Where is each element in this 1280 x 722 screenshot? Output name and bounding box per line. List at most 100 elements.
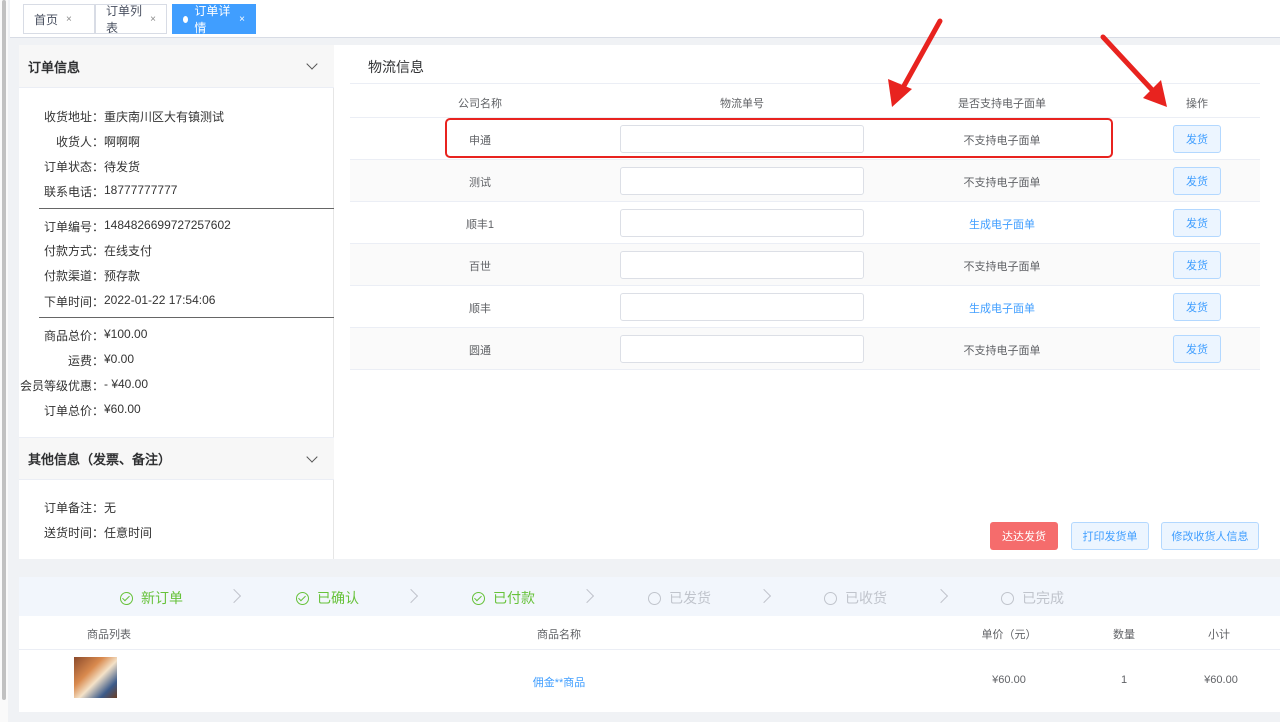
info-key: 付款方式： <box>43 244 104 258</box>
column-header: 单价（元） <box>981 629 1037 641</box>
info-row: 收货人： 啊啊啊 <box>19 133 319 153</box>
info-key: 商品总价： <box>43 329 104 343</box>
info-value: 无 <box>104 501 117 515</box>
circle-icon <box>824 591 837 605</box>
other-info-header[interactable]: 其他信息（发票、备注） <box>19 437 334 480</box>
company-name: 百世 <box>469 261 491 273</box>
panel-title: 物流信息 <box>368 59 424 75</box>
tab-home[interactable]: 首页 × <box>23 4 95 34</box>
info-row: 商品总价： ¥100.00 <box>19 327 319 347</box>
company-name: 顺丰1 <box>465 219 495 231</box>
info-key: 运费： <box>67 354 104 368</box>
ship-button[interactable]: 发货 <box>1173 167 1221 195</box>
column-header: 数量 <box>1113 629 1135 641</box>
step-item: 已确认 <box>296 588 359 608</box>
chevron-right-icon <box>226 588 242 604</box>
step-item: 已完成 <box>1001 588 1064 608</box>
tracking-number-input[interactable] <box>620 167 864 195</box>
info-row: 会员等级优惠： - ¥40.00 <box>19 377 319 397</box>
ship-button[interactable]: 发货 <box>1173 251 1221 279</box>
column-header: 小计 <box>1208 629 1230 641</box>
info-key: 订单状态： <box>43 160 104 174</box>
info-key: 送货时间： <box>43 526 104 540</box>
edit-receiver-button[interactable]: 修改收货人信息 <box>1161 522 1259 550</box>
info-value: ¥100.00 <box>104 327 148 341</box>
info-row: 订单状态： 待发货 <box>19 158 319 178</box>
tracking-number-input[interactable] <box>620 335 864 363</box>
info-value: 任意时间 <box>104 526 153 540</box>
check-circle-icon <box>472 591 485 605</box>
tracking-number-input[interactable] <box>620 293 864 321</box>
tab-label: 首页 <box>34 12 59 27</box>
active-dot-icon <box>183 15 189 23</box>
table-row: 百世 不支持电子面单 发货 <box>350 244 1260 286</box>
ship-button[interactable]: 发货 <box>1173 335 1221 363</box>
company-name: 圆通 <box>469 345 491 357</box>
highlight-box <box>445 118 1113 158</box>
table-row: 顺丰 生成电子面单 发货 <box>350 286 1260 328</box>
page-scrollbar[interactable] <box>0 0 8 722</box>
annotation-arrow-icon <box>888 18 943 107</box>
table-row: 顺丰1 生成电子面单 发货 <box>350 202 1260 244</box>
tracking-number-input[interactable] <box>620 209 864 237</box>
info-row: 付款方式： 在线支付 <box>19 242 319 262</box>
info-value: 2022-01-22 17:54:06 <box>104 293 216 307</box>
unit-price: ¥60.00 <box>992 674 1026 686</box>
chevron-down-icon[interactable] <box>306 58 318 70</box>
ship-button[interactable]: 发货 <box>1173 293 1221 321</box>
info-value: - ¥40.00 <box>104 377 149 391</box>
close-icon[interactable]: × <box>239 14 245 25</box>
print-invoice-button[interactable]: 打印发货单 <box>1071 522 1149 550</box>
product-name-link[interactable]: 佣金**商品 <box>499 674 619 690</box>
info-row: 送货时间： 任意时间 <box>19 524 319 544</box>
info-value: 待发货 <box>104 160 141 174</box>
e-waybill-status: 不支持电子面单 <box>963 177 1041 189</box>
tab-bar: 首页 × 订单列表 × 订单详情 × <box>10 0 1280 38</box>
step-label: 新订单 <box>141 590 183 606</box>
info-value: 在线支付 <box>104 244 153 258</box>
info-row: 收货地址： 重庆南川区大有镇测试 <box>19 108 319 128</box>
goods-table: 商品列表 商品名称 单价（元） 数量 小计 佣金**商品 ¥60.00 1 ¥6… <box>19 616 1280 712</box>
step-item: 已收货 <box>824 588 887 608</box>
tab-order-detail[interactable]: 订单详情 × <box>172 4 256 35</box>
chevron-right-icon <box>756 588 772 604</box>
ship-button[interactable]: 发货 <box>1173 125 1221 153</box>
e-waybill-status: 不支持电子面单 <box>963 345 1041 357</box>
divider <box>39 317 339 318</box>
dada-ship-button[interactable]: 达达发货 <box>990 522 1058 550</box>
info-value: ¥0.00 <box>104 352 135 366</box>
step-label: 已发货 <box>669 590 711 606</box>
info-key: 下单时间： <box>43 295 104 309</box>
step-label: 已付款 <box>493 590 535 606</box>
close-icon[interactable]: × <box>150 14 156 25</box>
info-value: 1484826699727257602 <box>104 218 231 232</box>
circle-icon <box>648 591 661 605</box>
company-name: 顺丰 <box>469 303 491 315</box>
product-image[interactable] <box>74 657 117 698</box>
step-label: 已完成 <box>1022 590 1064 606</box>
tracking-number-input[interactable] <box>620 251 864 279</box>
step-item: 新订单 <box>120 588 183 608</box>
check-circle-icon <box>120 591 133 605</box>
ship-button[interactable]: 发货 <box>1173 209 1221 237</box>
info-key: 订单总价： <box>43 404 104 418</box>
tab-order-list[interactable]: 订单列表 × <box>95 4 167 35</box>
order-info-header[interactable]: 订单信息 <box>19 45 334 88</box>
generate-e-waybill-link[interactable]: 生成电子面单 <box>922 216 1082 232</box>
chevron-right-icon <box>933 588 949 604</box>
chevron-down-icon[interactable] <box>306 451 318 463</box>
info-key: 收货人： <box>55 135 104 149</box>
info-value: 重庆南川区大有镇测试 <box>104 110 225 124</box>
info-key: 收货地址： <box>43 110 104 124</box>
section-title: 其他信息（发票、备注） <box>28 452 172 467</box>
info-row: 付款渠道： 预存款 <box>19 267 319 287</box>
step-item: 已发货 <box>648 588 711 608</box>
close-icon[interactable]: × <box>66 14 72 25</box>
step-label: 已确认 <box>317 590 359 606</box>
subtotal: ¥60.00 <box>1204 674 1238 686</box>
generate-e-waybill-link[interactable]: 生成电子面单 <box>922 300 1082 316</box>
tab-label: 订单列表 <box>106 4 143 35</box>
scrollbar-thumb[interactable] <box>2 0 6 700</box>
company-name: 测试 <box>469 177 491 189</box>
info-value: 啊啊啊 <box>104 135 141 149</box>
